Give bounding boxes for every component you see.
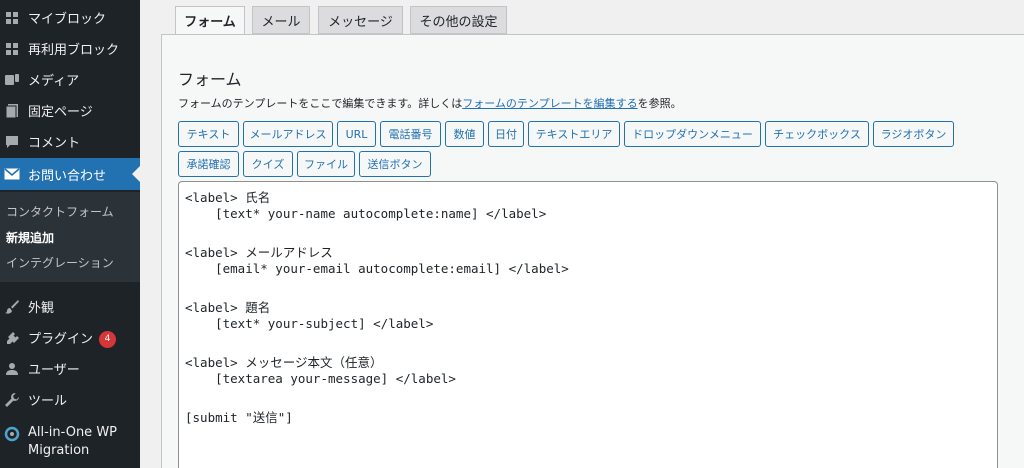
- tag-button-date[interactable]: 日付: [488, 121, 524, 147]
- sidebar-item-users[interactable]: ユーザー: [0, 353, 140, 384]
- template-help-link[interactable]: フォームのテンプレートを編集する: [462, 97, 637, 110]
- update-count-badge: 4: [99, 330, 117, 348]
- submenu-item-contact-forms[interactable]: コンタクトフォーム: [6, 203, 114, 220]
- sidebar-item-all-in-one-migration[interactable]: All-in-One WP Migration: [0, 420, 140, 464]
- tag-button-acceptance[interactable]: 承諾確認: [178, 151, 239, 177]
- plugins-label-text: プラグイン: [28, 331, 94, 347]
- sidebar-item-label: コメント: [28, 136, 81, 151]
- tag-button-file[interactable]: ファイル: [297, 151, 355, 177]
- sidebar-item-label: 外観: [28, 301, 55, 316]
- editor-line: [text* your-subject] </label>: [185, 316, 434, 331]
- tag-button-dropdown[interactable]: ドロップダウンメニュー: [624, 121, 761, 147]
- grid-icon: [4, 41, 20, 57]
- editor-line: [text* your-name autocomplete:name] </la…: [185, 206, 547, 221]
- tab-messages[interactable]: メッセージ: [318, 6, 403, 34]
- editor-line: <label> 題名: [185, 300, 271, 315]
- submenu-item-integration[interactable]: インテグレーション: [6, 254, 114, 271]
- admin-sidebar: マイブロック 再利用ブロック メディア 固定ページ コメント お問い合わせ コン…: [0, 0, 140, 468]
- tag-button-radio[interactable]: ラジオボタン: [873, 121, 954, 147]
- sidebar-item-label: メディア: [28, 74, 80, 89]
- editor-line: <label> メールアドレス: [185, 245, 333, 260]
- sidebar-item-media[interactable]: メディア: [0, 64, 140, 95]
- tag-button-text[interactable]: テキスト: [178, 121, 239, 147]
- tag-button-quiz[interactable]: クイズ: [243, 151, 293, 177]
- editor-line: <label> 氏名: [185, 190, 271, 205]
- editor-line: [textarea your-message] </label>: [185, 371, 456, 386]
- sidebar-item-pages[interactable]: 固定ページ: [0, 95, 140, 126]
- tab-additional-settings[interactable]: その他の設定: [410, 6, 507, 34]
- comment-icon: [4, 134, 20, 150]
- sidebar-item-label: ツール: [28, 394, 68, 409]
- plugin-icon: [4, 330, 20, 346]
- tag-button-number[interactable]: 数値: [445, 121, 484, 147]
- sidebar-item-my-blocks[interactable]: マイブロック: [0, 2, 140, 33]
- tag-button-tel[interactable]: 電話番号: [380, 121, 441, 147]
- form-heading: フォーム: [178, 70, 242, 89]
- sidebar-item-plugins[interactable]: プラグイン 4: [0, 322, 140, 353]
- contact-submenu: コンタクトフォーム 新規追加 インテグレーション: [0, 192, 140, 282]
- sidebar-item-label: ユーザー: [28, 363, 80, 378]
- user-icon: [4, 361, 20, 377]
- migration-icon: [4, 426, 20, 442]
- editor-line: <label> メッセージ本文（任意）: [185, 355, 383, 370]
- form-description: フォームのテンプレートをここで編集できます。詳しくはフォームのテンプレートを編集…: [178, 95, 682, 111]
- form-template-editor[interactable]: <label> 氏名 [text* your-name autocomplete…: [178, 181, 998, 468]
- sidebar-item-label: プラグイン 4: [28, 328, 117, 348]
- tab-mail[interactable]: メール: [252, 6, 310, 34]
- sidebar-item-appearance[interactable]: 外観: [0, 291, 140, 322]
- brush-icon: [4, 299, 20, 315]
- mail-icon: [4, 166, 20, 182]
- sidebar-item-tools[interactable]: ツール: [0, 384, 140, 415]
- sidebar-item-contact[interactable]: お問い合わせ: [0, 158, 140, 190]
- description-suffix: を参照。: [637, 97, 682, 110]
- sidebar-item-comments[interactable]: コメント: [0, 126, 140, 157]
- description-text: フォームのテンプレートをここで編集できます。詳しくは: [178, 97, 463, 110]
- grid-icon: [4, 10, 20, 26]
- editor-line: [submit "送信"]: [185, 410, 293, 425]
- sidebar-item-label: マイブロック: [28, 12, 107, 27]
- wrench-icon: [4, 392, 20, 408]
- media-icon: [4, 72, 20, 88]
- sidebar-item-label: All-in-One WP Migration: [28, 425, 118, 458]
- sidebar-item-reusable-blocks[interactable]: 再利用ブロック: [0, 33, 140, 64]
- tab-form[interactable]: フォーム: [175, 6, 245, 35]
- sidebar-item-label: 固定ページ: [28, 105, 93, 120]
- tag-button-email[interactable]: メールアドレス: [243, 121, 333, 147]
- submenu-item-add-new[interactable]: 新規追加: [6, 229, 54, 246]
- tag-button-checkbox[interactable]: チェックボックス: [765, 121, 869, 147]
- current-menu-arrow: [132, 166, 140, 182]
- sidebar-item-label: 再利用ブロック: [28, 43, 120, 58]
- tag-button-url[interactable]: URL: [337, 121, 376, 147]
- editor-line: [email* your-email autocomplete:email] <…: [185, 261, 569, 276]
- tag-button-submit[interactable]: 送信ボタン: [359, 151, 431, 177]
- sidebar-item-label: お問い合わせ: [28, 168, 107, 184]
- tag-button-textarea[interactable]: テキストエリア: [528, 121, 620, 147]
- page-icon: [4, 103, 20, 119]
